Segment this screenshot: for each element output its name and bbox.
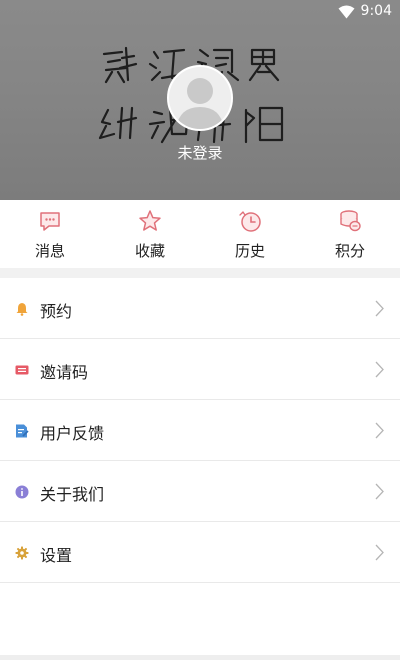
chevron-right-icon <box>375 300 384 317</box>
chevron-right-icon <box>375 544 384 561</box>
menu-item-invite-code[interactable]: 邀请码 <box>0 339 400 400</box>
chevron-right-icon <box>375 361 384 378</box>
quick-action-messages[interactable]: 消息 <box>0 200 100 268</box>
star-icon <box>139 210 161 231</box>
quick-action-label: 消息 <box>34 242 65 260</box>
avatar[interactable] <box>167 65 233 131</box>
menu-item-settings[interactable]: 设置 <box>0 522 400 583</box>
feedback-icon <box>16 424 29 438</box>
settings-menu: 预约 邀请码 用户反馈 关于我们 设置 <box>0 278 400 583</box>
gear-icon <box>15 546 29 560</box>
quick-action-history[interactable]: 历史 <box>200 200 300 268</box>
menu-item-label: 预约 <box>40 302 73 321</box>
user-placeholder-icon <box>169 67 231 129</box>
wifi-icon <box>338 5 355 19</box>
info-icon <box>15 485 29 499</box>
message-icon <box>40 212 60 231</box>
coins-icon <box>340 210 361 232</box>
bell-icon <box>16 303 28 316</box>
menu-item-label: 用户反馈 <box>40 424 105 443</box>
quick-action-label: 积分 <box>334 242 365 260</box>
quick-actions: 消息 收藏 历史 积分 <box>0 200 400 268</box>
chevron-right-icon <box>375 483 384 500</box>
login-status-text[interactable]: 未登录 <box>0 142 400 163</box>
menu-item-label: 关于我们 <box>40 485 105 504</box>
quick-action-points[interactable]: 积分 <box>300 200 400 268</box>
quick-action-favorites[interactable]: 收藏 <box>100 200 200 268</box>
ticket-icon <box>15 365 29 375</box>
section-divider <box>0 268 400 278</box>
status-bar: 9:04 <box>0 0 400 24</box>
quick-action-label: 历史 <box>234 242 265 260</box>
status-time: 9:04 <box>360 3 392 19</box>
chevron-right-icon <box>375 422 384 439</box>
menu-item-label: 设置 <box>40 546 73 565</box>
menu-item-about-us[interactable]: 关于我们 <box>0 461 400 522</box>
bottom-nav-edge <box>0 655 400 660</box>
profile-header: 9:04 未登录 <box>0 0 400 200</box>
menu-item-label: 邀请码 <box>40 363 89 382</box>
clock-icon <box>239 211 261 232</box>
quick-action-label: 收藏 <box>134 242 165 260</box>
menu-item-appointment[interactable]: 预约 <box>0 278 400 339</box>
menu-item-feedback[interactable]: 用户反馈 <box>0 400 400 461</box>
